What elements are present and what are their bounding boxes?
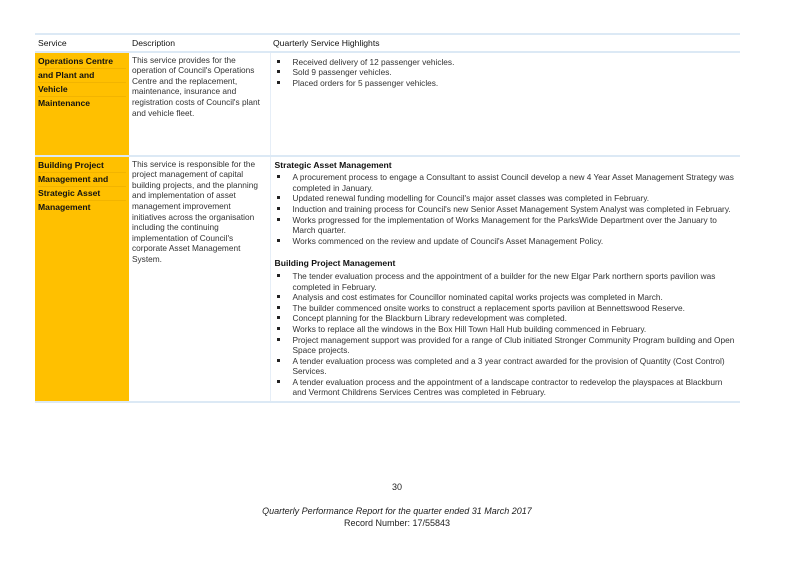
list-item: The tender evaluation process and the ap…: [275, 271, 738, 292]
service-description: This service is responsible for the proj…: [129, 155, 271, 404]
list-item-text: Received delivery of 12 passenger vehicl…: [292, 56, 455, 67]
header-highlights: Quarterly Service Highlights: [270, 33, 740, 53]
page-number: 30: [391, 482, 402, 492]
highlights-section-title: Strategic Asset Management: [274, 159, 392, 170]
service-name-line: Strategic Asset: [38, 187, 126, 201]
service-name-cell: Building Project Management and Strategic …: [35, 155, 129, 404]
service-description: This service provides for the operation …: [129, 51, 271, 157]
highlights-list: The tender evaluation process and the ap…: [275, 271, 738, 398]
square-bullet-icon: [276, 196, 280, 200]
list-item-text: Works progressed for the implementation …: [292, 214, 717, 236]
square-bullet-icon: [276, 70, 280, 74]
list-item: Induction and training process for Counc…: [275, 204, 738, 215]
list-item: Received delivery of 12 passenger vehicl…: [275, 57, 738, 68]
square-bullet-icon: [276, 273, 280, 277]
list-item-text: A tender evaluation process was complete…: [292, 355, 725, 377]
list-item: The builder commenced onsite works to co…: [275, 303, 738, 314]
service-name-line: Maintenance: [38, 97, 91, 108]
list-item-text: Project management support was provided …: [292, 334, 735, 356]
square-bullet-icon: [276, 326, 280, 330]
list-item: Works progressed for the implementation …: [275, 215, 738, 236]
list-item: Works to replace all the windows in the …: [275, 324, 738, 335]
footer-record-number: Record Number: 17/55843: [343, 518, 451, 528]
list-item-text: Updated renewal funding modelling for Co…: [292, 193, 650, 204]
service-name-cell: Operations Centre and Plant and Vehicle Mai…: [35, 51, 129, 157]
square-bullet-icon: [276, 337, 280, 341]
square-bullet-icon: [276, 358, 280, 362]
square-bullet-icon: [276, 206, 280, 210]
highlights-list: Received delivery of 12 passenger vehicl…: [275, 57, 738, 89]
service-name-line: Vehicle: [38, 83, 126, 97]
header-service: Service: [35, 33, 129, 53]
header-description: Description: [129, 33, 270, 53]
table-row: Building Project Management and Strategic …: [35, 155, 740, 404]
square-bullet-icon: [276, 59, 280, 63]
list-item: A tender evaluation process was complete…: [275, 356, 738, 377]
service-name-line: Management and: [38, 173, 126, 187]
list-item-text: The tender evaluation process and the ap…: [292, 270, 716, 292]
quarterly-services-table: Service Description Quarterly Service Hi…: [35, 33, 740, 404]
highlights-list: A procurement process to engage a Consul…: [275, 172, 738, 246]
list-item: Updated renewal funding modelling for Co…: [275, 193, 738, 204]
list-item-text: Works to replace all the windows in the …: [292, 323, 647, 334]
list-item-text: Induction and training process for Counc…: [292, 203, 731, 214]
list-item-text: The builder commenced onsite works to co…: [292, 302, 685, 313]
square-bullet-icon: [276, 316, 280, 320]
service-name-line: Building Project: [38, 159, 126, 173]
highlights-section-title: Building Project Management: [274, 258, 396, 269]
square-bullet-icon: [276, 217, 280, 221]
list-item-text: Sold 9 passenger vehicles.: [292, 67, 392, 78]
list-item: Works commenced on the review and update…: [275, 236, 738, 247]
list-item: A procurement process to engage a Consul…: [275, 172, 738, 193]
service-name-line: Management: [38, 201, 91, 212]
square-bullet-icon: [276, 175, 280, 179]
square-bullet-icon: [276, 80, 280, 84]
square-bullet-icon: [276, 379, 280, 383]
list-item: Analysis and cost estimates for Councill…: [275, 292, 738, 303]
service-name-line: and Plant and: [38, 69, 126, 83]
list-item: Project management support was provided …: [275, 335, 738, 356]
list-item-text: Works commenced on the review and update…: [292, 235, 604, 246]
list-item-text: Placed orders for 5 passenger vehicles.: [292, 77, 439, 88]
list-item-text: A tender evaluation process and the appo…: [292, 376, 723, 398]
square-bullet-icon: [276, 295, 280, 299]
table-row: Operations Centre and Plant and Vehicle Mai…: [35, 51, 740, 157]
service-highlights: Strategic Asset Management A procurement …: [270, 155, 740, 404]
footer-report-title: Quarterly Performance Report for the qua…: [262, 506, 532, 516]
list-item-text: Analysis and cost estimates for Councill…: [292, 292, 663, 303]
list-item-text: A procurement process to engage a Consul…: [292, 172, 734, 193]
service-highlights: Received delivery of 12 passenger vehicl…: [270, 51, 740, 157]
service-name-line: Operations Centre: [38, 55, 126, 69]
table-header-row: Service Description Quarterly Service Hi…: [35, 33, 740, 53]
list-item: Concept planning for the Blackburn Libra…: [275, 313, 738, 324]
list-item-text: Concept planning for the Blackburn Libra…: [292, 313, 567, 324]
square-bullet-icon: [276, 238, 280, 242]
list-item: A tender evaluation process and the appo…: [275, 377, 738, 398]
list-item: Placed orders for 5 passenger vehicles.: [275, 78, 738, 89]
square-bullet-icon: [276, 305, 280, 309]
list-item: Sold 9 passenger vehicles.: [275, 67, 738, 78]
